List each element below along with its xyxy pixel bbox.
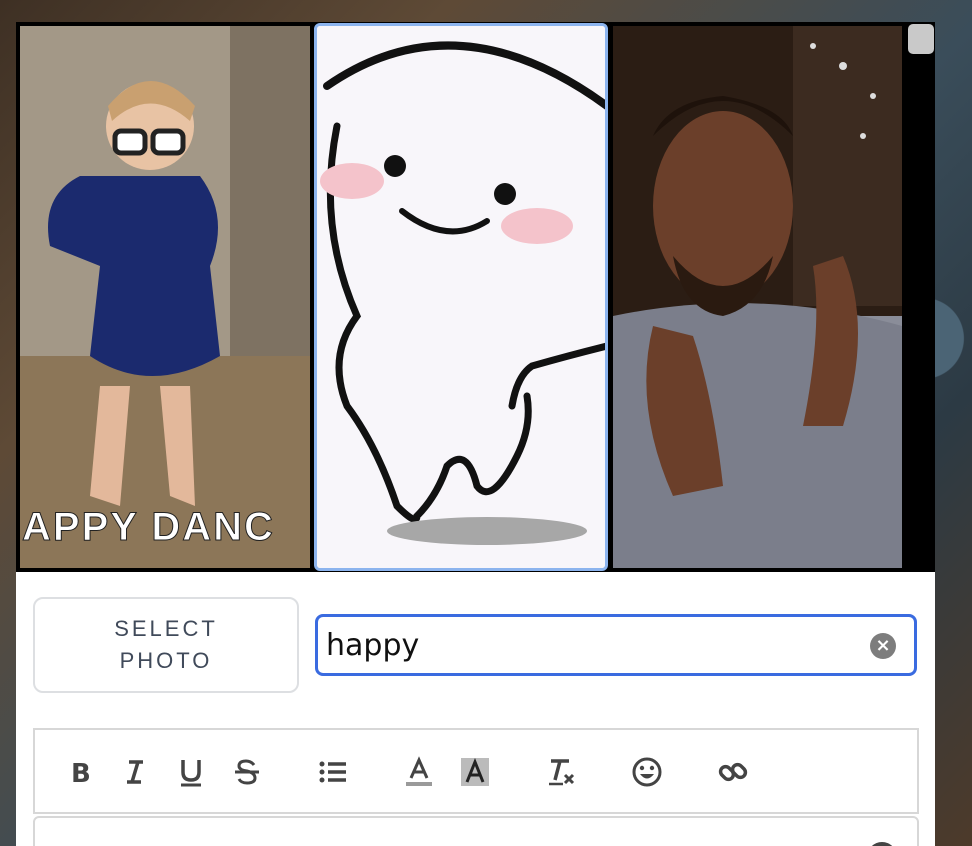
clear-icon[interactable]: × bbox=[870, 633, 896, 659]
emoji-icon bbox=[632, 757, 662, 787]
dancing-toddler-gif[interactable]: APPY DANC bbox=[20, 26, 310, 568]
select-photo-button[interactable]: SELECT PHOTO bbox=[33, 597, 299, 693]
italic-icon bbox=[127, 760, 143, 784]
gif-results-strip: APPY DANC bbox=[16, 22, 935, 572]
emoji-button[interactable] bbox=[629, 754, 665, 790]
clapping-man-gif[interactable] bbox=[613, 26, 902, 568]
clear-format-icon bbox=[549, 759, 575, 786]
strikethrough-icon bbox=[235, 759, 259, 785]
highlight-button[interactable] bbox=[457, 754, 493, 790]
bullet-list-button[interactable] bbox=[315, 754, 351, 790]
post-composer-card: APPY DANC SELECT PHOTO happy × B bbox=[16, 22, 935, 846]
cartoon-blob-dance-gif[interactable] bbox=[314, 23, 608, 571]
gif-strip-scrollbar[interactable] bbox=[908, 24, 934, 54]
clear-format-button[interactable] bbox=[543, 754, 579, 790]
bold-button[interactable]: B bbox=[63, 754, 99, 790]
italic-button[interactable] bbox=[117, 754, 153, 790]
underline-button[interactable] bbox=[173, 754, 209, 790]
bold-icon: B bbox=[71, 759, 91, 788]
list-icon bbox=[319, 761, 346, 783]
formatting-toolbar: B bbox=[33, 728, 919, 814]
highlight-icon bbox=[461, 757, 489, 786]
gif-caption: APPY DANC bbox=[22, 505, 275, 550]
gif-search-input[interactable] bbox=[326, 623, 846, 667]
underline-icon bbox=[181, 760, 201, 787]
link-icon bbox=[718, 762, 748, 782]
svg-text:B: B bbox=[71, 759, 91, 788]
text-color-button[interactable] bbox=[401, 754, 437, 790]
strikethrough-button[interactable] bbox=[229, 754, 265, 790]
editor-action-icon[interactable] bbox=[867, 842, 897, 846]
link-button[interactable] bbox=[715, 754, 751, 790]
text-color-icon bbox=[406, 756, 432, 786]
post-text-editor[interactable] bbox=[33, 816, 919, 846]
gif-search-box: × bbox=[315, 614, 917, 676]
